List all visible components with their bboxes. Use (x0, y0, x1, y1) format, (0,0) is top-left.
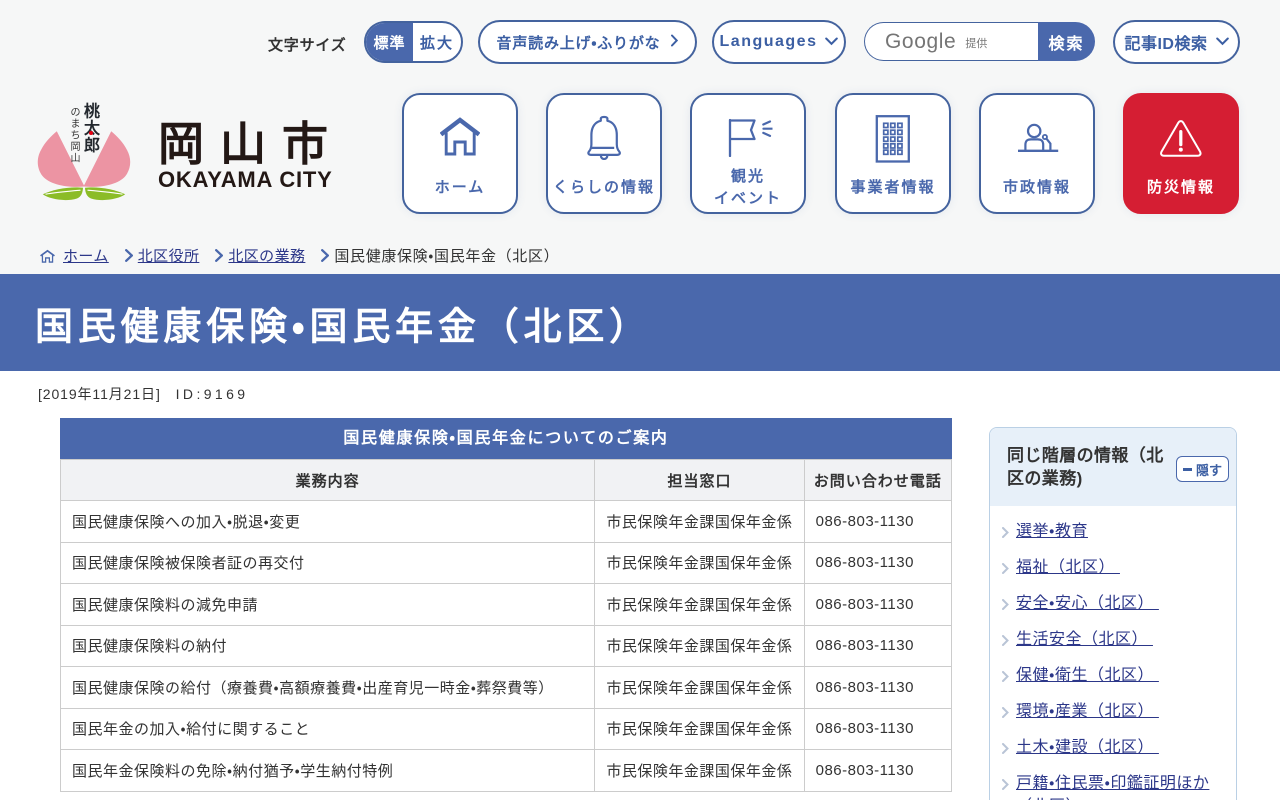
svg-text:桃: 桃 (84, 102, 100, 121)
svg-text:郎: 郎 (84, 136, 100, 155)
svg-text:ち: ち (71, 130, 81, 142)
svg-text:岡: 岡 (71, 141, 81, 153)
svg-text:山: 山 (71, 153, 81, 165)
svg-text:の: の (71, 108, 81, 119)
svg-text:ま: ま (71, 118, 81, 130)
